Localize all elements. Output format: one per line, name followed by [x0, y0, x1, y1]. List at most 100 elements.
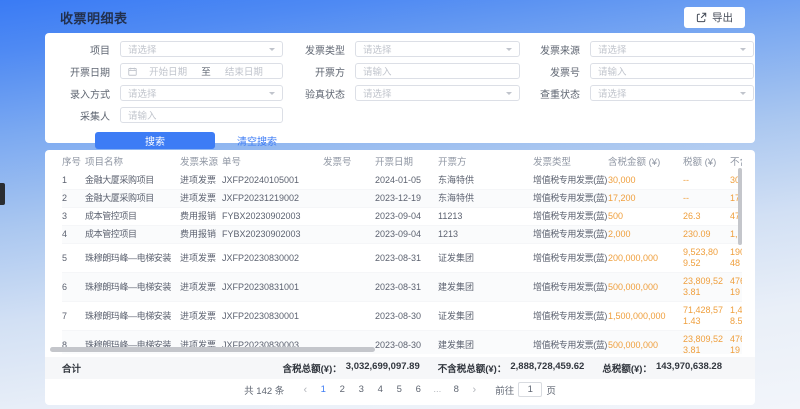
table-cell: 增值税专用发票(蓝) [533, 331, 608, 355]
table-cell: 7 [62, 302, 85, 331]
col-header-invoice-no: 发票号 [323, 150, 375, 172]
table-cell: 2023-09-04 [375, 208, 438, 226]
sidebar-collapse-handle[interactable] [0, 183, 5, 205]
table-cell [323, 244, 375, 273]
table-cell [323, 172, 375, 190]
table-cell: 建发集团 [438, 273, 533, 302]
page-number[interactable]: 6 [411, 384, 425, 395]
invoice-table-card: 序号 项目名称 发票来源 单号 发票号 开票日期 开票方 发票类型 含税金额 (… [45, 150, 755, 405]
invoice-date-range[interactable]: 开始日期 至 结束日期 [120, 63, 283, 79]
topbar: 收票明细表 导出 [60, 7, 745, 28]
date-end-placeholder: 结束日期 [213, 64, 275, 78]
table-cell: 6 [62, 273, 85, 302]
table-cell: 2023-08-30 [375, 331, 438, 355]
col-header-invoice-type: 发票类型 [533, 150, 608, 172]
table-cell: 3 [62, 208, 85, 226]
table-row[interactable]: 1金融大厦采购项目进项发票JXFP202401050012024-01-05东海… [62, 172, 742, 190]
table-cell: 珠穆朗玛峰—电梯安装 [85, 302, 180, 331]
search-button[interactable]: 搜索 [95, 132, 215, 149]
table-cell: 230.09 [683, 226, 730, 244]
entry-method-select[interactable]: 请选择 [120, 85, 283, 101]
table-cell: 500,000,000 [608, 273, 683, 302]
page-number[interactable]: 1 [316, 384, 330, 395]
table-cell: JXFP20240105001 [222, 172, 323, 190]
page-unit-label: 页 [546, 383, 556, 397]
date-separator: 至 [199, 64, 213, 78]
filter-label-issuer: 开票方 [293, 64, 345, 79]
project-select[interactable]: 请选择 [120, 41, 283, 57]
invoice-type-select[interactable]: 请选择 [355, 41, 520, 57]
filter-label-collector: 采集人 [62, 108, 110, 123]
table-cell: 珠穆朗玛峰—电梯安装 [85, 273, 180, 302]
total-tax: 总税额(¥)：143,970,638.28 [602, 361, 722, 375]
pagination: 共 142 条 ‹ 123456...8 › 前往 页 [45, 382, 755, 397]
table-cell [323, 273, 375, 302]
table-cell: 成本管控项目 [85, 208, 180, 226]
summary-row: 合计 含税总额(¥)：3,032,699,097.89 不含税总额(¥)：2,8… [45, 357, 755, 379]
vertical-scrollbar[interactable] [738, 168, 742, 245]
chevron-down-icon [740, 48, 746, 54]
page-number[interactable]: 3 [354, 384, 368, 395]
invoice-no-input[interactable]: 请输入 [590, 63, 754, 79]
table-cell: 费用报销 [180, 208, 222, 226]
table-cell: -- [683, 172, 730, 190]
filter-label-verify-status: 验真状态 [293, 86, 345, 101]
dup-check-status-select[interactable]: 请选择 [590, 85, 754, 101]
page-number[interactable]: 8 [449, 384, 463, 395]
table-header-row: 序号 项目名称 发票来源 单号 发票号 开票日期 开票方 发票类型 含税金额 (… [62, 150, 742, 172]
page-number[interactable]: 2 [335, 384, 349, 395]
table-cell: 金融大厦采购项目 [85, 190, 180, 208]
table-cell: 1,500,000,000 [608, 302, 683, 331]
calendar-icon [128, 67, 137, 76]
next-page-button[interactable]: › [468, 384, 480, 396]
chevron-down-icon [269, 92, 275, 98]
table-cell: 2 [62, 190, 85, 208]
filter-label-invoice-source: 发票来源 [530, 42, 580, 57]
table-cell [323, 190, 375, 208]
invoice-source-select[interactable]: 请选择 [590, 41, 754, 57]
table-row[interactable]: 2金融大厦采购项目进项发票JXFP202312190022023-12-19东海… [62, 190, 742, 208]
collector-input[interactable]: 请输入 [120, 107, 283, 123]
table-cell: FYBX20230902003 [222, 208, 323, 226]
col-header-tax: 税额 (¥) [683, 150, 730, 172]
filter-panel: 项目 请选择 发票类型 请选择 发票来源 请选择 开票日期 开始日期 至 结束日… [45, 33, 755, 143]
table-cell [323, 302, 375, 331]
prev-page-button[interactable]: ‹ [299, 384, 311, 396]
table-row[interactable]: 3成本管控项目费用报销FYBX202309020032023-09-041121… [62, 208, 742, 226]
table-cell: 2023-08-31 [375, 273, 438, 302]
table-cell: 2,000 [608, 226, 683, 244]
page-number[interactable]: 5 [392, 384, 406, 395]
table-cell: 金融大厦采购项目 [85, 172, 180, 190]
table-row[interactable]: 7珠穆朗玛峰—电梯安装进项发票JXFP202308300012023-08-30… [62, 302, 742, 331]
table-cell: 23,809,523.81 [683, 273, 730, 302]
table-cell: 东海特供 [438, 190, 533, 208]
filter-label-entry-method: 录入方式 [62, 86, 110, 101]
table-cell: -- [683, 190, 730, 208]
issuer-input[interactable]: 请输入 [355, 63, 520, 79]
table-cell: 增值税专用发票(蓝) [533, 208, 608, 226]
table-cell: 进项发票 [180, 172, 222, 190]
table-cell: JXFP20230830002 [222, 244, 323, 273]
table-cell: 1 [62, 172, 85, 190]
table-row[interactable]: 6珠穆朗玛峰—电梯安装进项发票JXFP20230831001 2023-08-31… [62, 273, 742, 302]
goto-page-input[interactable] [518, 382, 542, 397]
clear-search-link[interactable]: 清空搜索 [237, 133, 277, 148]
table-cell: 进项发票 [180, 273, 222, 302]
table-cell: JXFP20230831001 [222, 273, 323, 302]
verify-status-select[interactable]: 请选择 [355, 85, 520, 101]
table-cell: 1213 [438, 226, 533, 244]
table-row[interactable]: 4成本管控项目费用报销FYBX202309020032023-09-041213… [62, 226, 742, 244]
page-number[interactable]: 4 [373, 384, 387, 395]
col-header-issuer: 开票方 [438, 150, 533, 172]
table-cell [323, 208, 375, 226]
table-cell: 26.3 [683, 208, 730, 226]
chevron-down-icon [506, 92, 512, 98]
table-row[interactable]: 5珠穆朗玛峰—电梯安装进项发票JXFP202308300022023-08-31… [62, 244, 742, 273]
table-cell: JXFP20230830001 [222, 302, 323, 331]
total-amount-excl-tax: 不含税总额(¥)：2,888,728,459.62 [438, 361, 585, 375]
export-button[interactable]: 导出 [684, 7, 745, 28]
horizontal-scrollbar[interactable] [50, 347, 375, 352]
col-header-amount-incl-tax: 含税金额 (¥) [608, 150, 683, 172]
table-cell: 证发集团 [438, 244, 533, 273]
table-cell: 2024-01-05 [375, 172, 438, 190]
